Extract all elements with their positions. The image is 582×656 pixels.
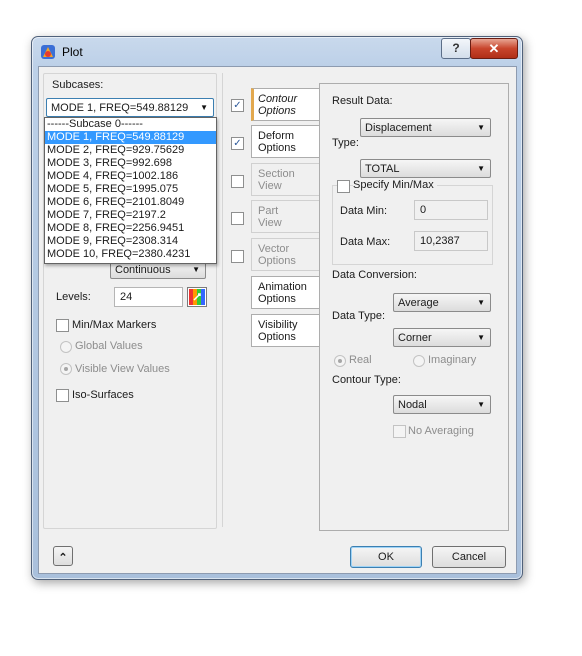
contour-type-combo[interactable]: Nodal ▼ bbox=[393, 395, 491, 414]
minmax-markers-label: Min/Max Markers bbox=[72, 319, 157, 331]
data-min-field[interactable]: 0 bbox=[414, 200, 488, 220]
no-averaging-label: No Averaging bbox=[408, 425, 474, 437]
tab-deform-options[interactable]: Deform Options bbox=[251, 125, 319, 158]
levels-label: Levels: bbox=[56, 291, 91, 303]
tab-part-view[interactable]: Part View bbox=[251, 200, 319, 233]
subcase-option[interactable]: MODE 3, FREQ=992.698 bbox=[45, 157, 216, 170]
contour-mode-value: Continuous bbox=[115, 264, 171, 276]
deform-options-checkbox[interactable]: ✓ bbox=[231, 137, 244, 150]
subcases-label: Subcases: bbox=[52, 79, 104, 91]
real-label: Real bbox=[349, 354, 372, 366]
iso-surfaces-checkbox[interactable] bbox=[56, 389, 69, 402]
plot-app-icon bbox=[41, 45, 55, 59]
specify-minmax-checkbox[interactable] bbox=[337, 180, 350, 193]
subcases-combo-value: MODE 1, FREQ=549.88129 bbox=[51, 102, 189, 114]
subcases-combo[interactable]: MODE 1, FREQ=549.88129 ▼ bbox=[46, 98, 214, 117]
specify-minmax-label: Specify Min/Max bbox=[353, 179, 437, 191]
help-button[interactable]: ? bbox=[441, 38, 471, 59]
tabs-region: ✓ Contour Options ✓ Deform Options Section… bbox=[222, 73, 509, 531]
data-conversion-value: Average bbox=[398, 297, 439, 309]
data-min-label: Data Min: bbox=[340, 205, 388, 217]
data-max-label: Data Max: bbox=[340, 236, 391, 248]
specify-minmax-group: Specify Min/Max Data Min: 0 Data Max: 10… bbox=[332, 179, 493, 265]
close-button[interactable]: ✕ bbox=[470, 38, 518, 59]
tab-vector-options[interactable]: Vector Options bbox=[251, 238, 319, 271]
color-scale-icon bbox=[189, 289, 205, 305]
data-conversion-combo[interactable]: Average ▼ bbox=[393, 293, 491, 312]
minmax-markers-checkbox[interactable] bbox=[56, 319, 69, 332]
data-conversion-label: Data Conversion: bbox=[332, 269, 417, 281]
chevron-down-icon: ▼ bbox=[477, 123, 485, 132]
vector-options-checkbox[interactable] bbox=[231, 250, 244, 263]
chevron-down-icon: ▼ bbox=[200, 103, 208, 112]
visible-view-values-radio[interactable] bbox=[60, 363, 72, 375]
subcase-option[interactable]: MODE 5, FREQ=1995.075 bbox=[45, 183, 216, 196]
chevron-down-icon: ▼ bbox=[477, 333, 485, 342]
contour-options-checkbox[interactable]: ✓ bbox=[231, 99, 244, 112]
data-type-combo[interactable]: Corner ▼ bbox=[393, 328, 491, 347]
data-max-field[interactable]: 10,2387 bbox=[414, 231, 488, 251]
global-values-label: Global Values bbox=[75, 340, 143, 352]
real-radio[interactable] bbox=[334, 355, 346, 367]
chevron-down-icon: ▼ bbox=[477, 164, 485, 173]
type-label: Type: bbox=[332, 137, 359, 149]
tab-section-view[interactable]: Section View bbox=[251, 163, 319, 196]
result-data-label: Result Data: bbox=[332, 95, 393, 107]
cancel-button[interactable]: Cancel bbox=[432, 546, 506, 568]
type-combo[interactable]: TOTAL ▼ bbox=[360, 159, 491, 178]
tab-contour-options[interactable]: Contour Options bbox=[251, 88, 319, 121]
subcase-option[interactable]: MODE 10, FREQ=2380.4231 bbox=[45, 248, 216, 261]
color-scale-button[interactable] bbox=[187, 287, 207, 307]
subcase-option[interactable]: MODE 6, FREQ=2101.8049 bbox=[45, 196, 216, 209]
chevron-down-icon: ▼ bbox=[192, 265, 200, 274]
no-averaging-checkbox[interactable] bbox=[393, 425, 406, 438]
subcase-option[interactable]: MODE 9, FREQ=2308.314 bbox=[45, 235, 216, 248]
result-data-value: Displacement bbox=[365, 122, 432, 134]
global-values-radio[interactable] bbox=[60, 341, 72, 353]
chevron-down-icon: ▼ bbox=[477, 298, 485, 307]
visible-view-values-label: Visible View Values bbox=[75, 363, 170, 375]
contour-type-value: Nodal bbox=[398, 399, 427, 411]
imaginary-label: Imaginary bbox=[428, 354, 477, 366]
expand-button[interactable]: ⌃ bbox=[53, 546, 73, 566]
result-data-combo[interactable]: Displacement ▼ bbox=[360, 118, 491, 137]
part-view-checkbox[interactable] bbox=[231, 212, 244, 225]
type-value: TOTAL bbox=[365, 163, 400, 175]
subcase-option[interactable]: MODE 4, FREQ=1002.186 bbox=[45, 170, 216, 183]
ok-button[interactable]: OK bbox=[350, 546, 422, 568]
subcase-option-selected[interactable]: MODE 1, FREQ=549.88129 bbox=[45, 131, 216, 144]
contour-options-panel: Result Data: Displacement ▼ Type: TOTAL … bbox=[319, 83, 509, 531]
tab-animation-options[interactable]: Animation Options bbox=[251, 276, 319, 309]
subcase-option[interactable]: MODE 7, FREQ=2197.2 bbox=[45, 209, 216, 222]
subcase-option[interactable]: MODE 2, FREQ=929.75629 bbox=[45, 144, 216, 157]
section-view-checkbox[interactable] bbox=[231, 175, 244, 188]
chevron-down-icon: ▼ bbox=[477, 400, 485, 409]
subcase-option[interactable]: MODE 8, FREQ=2256.9451 bbox=[45, 222, 216, 235]
contour-type-label: Contour Type: bbox=[332, 374, 401, 386]
subcase-option[interactable]: ------Subcase 0------ bbox=[45, 118, 216, 131]
window-title: Plot bbox=[62, 45, 83, 59]
iso-surfaces-label: Iso-Surfaces bbox=[72, 389, 134, 401]
subcases-dropdown-list: ------Subcase 0------ MODE 1, FREQ=549.8… bbox=[44, 117, 217, 264]
tab-visibility-options[interactable]: Visibility Options bbox=[251, 314, 319, 347]
imaginary-radio[interactable] bbox=[413, 355, 425, 367]
data-type-label: Data Type: bbox=[332, 310, 385, 322]
data-type-value: Corner bbox=[398, 332, 432, 344]
levels-input[interactable]: 24 bbox=[114, 287, 183, 307]
